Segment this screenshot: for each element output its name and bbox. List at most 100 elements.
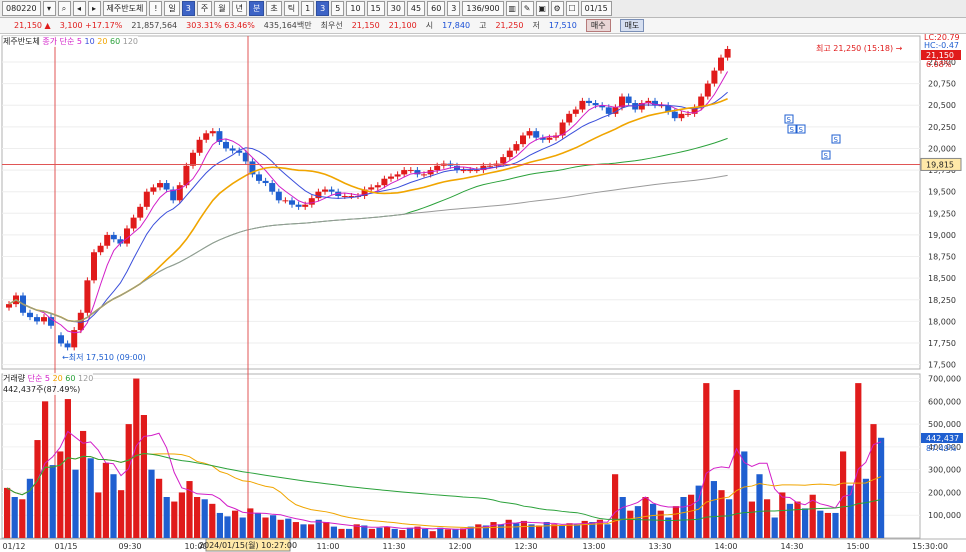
high-annotation: 최고 21,250 (15:18) → [816, 43, 903, 53]
volume-bar [194, 497, 201, 538]
volume-bar [642, 497, 649, 538]
volume-bar [703, 383, 710, 538]
volume-bar [300, 524, 307, 538]
period-tick[interactable]: 틱 [283, 1, 300, 16]
sell-button[interactable]: 매도 [619, 19, 645, 32]
price-tick-label: 17,750 [928, 339, 956, 348]
candle-body [315, 191, 322, 199]
volume-tick-label: 200,000 [928, 488, 961, 497]
chart-type-icon[interactable]: ▥ [505, 1, 519, 16]
signal-label: S [787, 116, 792, 124]
volume-ratio: 303.31% 63.46% [186, 21, 255, 30]
trade-amount: 435,164백만 [263, 21, 312, 30]
minute-30[interactable]: 30 [386, 1, 405, 16]
period-minute[interactable]: 분 [248, 1, 265, 16]
volume-bar [627, 510, 634, 538]
candle-body [506, 150, 513, 158]
period-month[interactable]: 월 [214, 1, 230, 16]
info-icon[interactable]: ! [149, 1, 163, 16]
minute-45[interactable]: 45 [406, 1, 426, 16]
candle-body [592, 103, 599, 106]
time-tick-label: 13:30 [648, 542, 671, 551]
search-icon[interactable]: ⌕ [57, 1, 71, 16]
time-tick-label: 14:00 [714, 542, 737, 551]
period-week[interactable]: 주 [196, 1, 213, 16]
crosshair-price-label: 19,815 [926, 160, 954, 169]
period-second[interactable]: 초 [266, 1, 282, 16]
minute-10[interactable]: 10 [346, 1, 365, 16]
tool-icon[interactable]: ✎ [520, 1, 534, 16]
price-change: 3,100 +17.17% [59, 21, 123, 30]
buy-button[interactable]: 매수 [585, 19, 611, 32]
candle-body [381, 178, 388, 186]
volume-bar [148, 469, 155, 538]
volume-tick-label: 600,000 [928, 397, 961, 406]
time-tick-label: 15:00 [846, 542, 869, 551]
volume-bar [513, 523, 520, 538]
interval-input[interactable]: 3 [447, 1, 461, 16]
prev-arrow-icon[interactable]: ◂ [72, 1, 86, 16]
volume-bar [422, 528, 429, 538]
date-input[interactable]: 01/15 [580, 1, 612, 16]
minute-5[interactable]: 5 [331, 1, 345, 16]
volume-bar [718, 490, 725, 538]
volume-bar [817, 510, 824, 538]
count-input[interactable]: 136/900 [462, 1, 504, 16]
signal-label: S [799, 126, 804, 134]
period-year[interactable]: 년 [231, 1, 247, 16]
candle-body [586, 100, 592, 104]
minute-3[interactable]: 3 [316, 1, 330, 16]
volume-bar [72, 469, 79, 538]
volume-bar [444, 529, 451, 538]
candle-body [41, 317, 47, 322]
dropdown-icon[interactable]: ▾ [42, 1, 56, 16]
volume-bar [19, 499, 26, 538]
candle-body [394, 174, 401, 177]
save-icon[interactable]: ▣ [535, 1, 549, 16]
candle-body [110, 234, 117, 240]
volume-bar [558, 525, 565, 538]
minute-1[interactable]: 1 [301, 1, 315, 16]
gear-icon[interactable]: ⚙ [550, 1, 564, 16]
priority-ask: 21,150 [351, 21, 380, 30]
price-tick-label: 20,500 [928, 101, 956, 110]
checkbox-icon[interactable]: ☐ [565, 1, 579, 16]
high-price: 21,250 [495, 21, 524, 30]
candle-body [572, 109, 579, 114]
minute-15[interactable]: 15 [366, 1, 385, 16]
candle-body [625, 96, 632, 104]
volume-bar [824, 512, 831, 538]
period-day[interactable]: 일 [164, 1, 180, 16]
candle-body [434, 165, 441, 171]
volume-bar [710, 481, 717, 538]
volume-bar [832, 512, 839, 538]
price-volume-chart[interactable]: 21,00020,75020,50020,25020,00019,75019,5… [0, 34, 966, 552]
open-label: 시 [425, 21, 434, 30]
volume-bar [490, 522, 497, 538]
interval-select[interactable]: 3 [181, 1, 195, 16]
volume-bar [574, 524, 581, 538]
volume-bar [475, 524, 482, 538]
volume-bar [64, 399, 71, 538]
candle-body [322, 189, 328, 192]
time-tick-label: 13:00 [582, 542, 605, 551]
volume-bar [786, 503, 793, 538]
candle-body [711, 70, 718, 84]
candle-body [533, 131, 540, 138]
stock-code-input[interactable]: 080220 [2, 1, 41, 16]
volume-bar [277, 519, 284, 538]
stock-name[interactable]: 제주반도체 [102, 1, 148, 16]
legend-ma-label: 종가 단순 [42, 37, 75, 46]
volume-bar [650, 503, 657, 538]
next-arrow-icon[interactable]: ▸ [87, 1, 101, 16]
candle-body [130, 217, 137, 229]
time-tick-label: 15:30:00 [912, 542, 948, 551]
vol-ma20: 20 [52, 374, 63, 383]
candle-body [460, 170, 467, 172]
volume-bar [330, 526, 337, 538]
candle-body [407, 170, 414, 172]
candle-body [374, 185, 381, 188]
minute-60[interactable]: 60 [427, 1, 446, 16]
candle-body [579, 100, 586, 110]
volume-bar [254, 512, 261, 538]
